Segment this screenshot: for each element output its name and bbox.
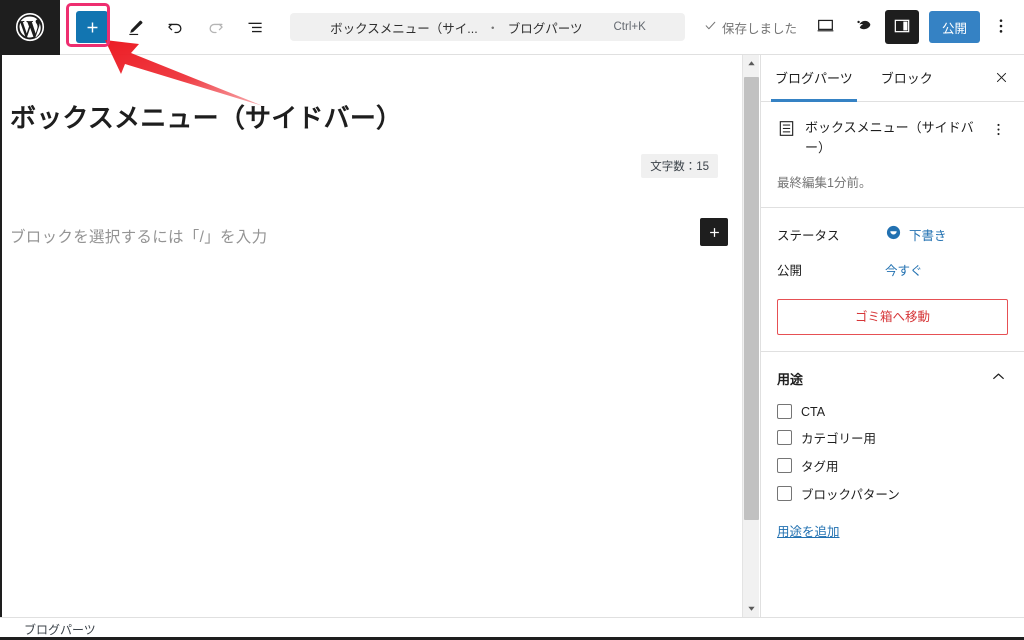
document-title: ボックスメニュー（サイドバー） [805,120,974,156]
undo-button[interactable] [158,10,192,44]
document-header: ボックスメニュー（サイドバー） [777,118,1008,158]
canvas-scrollbar[interactable] [742,55,759,617]
editor-canvas: ボックスメニュー（サイドバー） 文字数：15 ブロックを選択するには「/」を入力 [0,55,742,617]
status-label: ステータス [777,228,840,243]
jetpack-button[interactable] [847,10,881,44]
add-usage-link[interactable]: 用途を追加 [777,521,840,540]
settings-sidebar-icon [892,16,912,39]
save-status[interactable]: 保存しました [704,18,797,37]
undo-icon [165,17,186,38]
scroll-down-arrow-icon [747,601,756,616]
command-bar-title: ボックスメニュー（サイ... [330,21,478,36]
usage-panel-title: 用途 [777,371,804,387]
toolbar-right-group: 保存しました 公開 [704,0,1024,55]
wordpress-logo-button[interactable] [0,0,60,55]
save-status-label: 保存しました [721,21,797,36]
scroll-up-arrow-icon [747,56,756,71]
redo-button[interactable] [198,10,232,44]
plus-icon [87,22,97,32]
checkbox-box[interactable] [777,430,792,446]
block-placeholder-text: ブロックを選択するには「/」を入力 [10,229,268,247]
scrollbar-thumb[interactable] [744,77,759,520]
usage-checkbox-block-pattern[interactable]: ブロックパターン [777,484,1008,503]
status-value-button[interactable]: 下書き [885,224,947,244]
document-actions-button[interactable] [988,118,1008,140]
more-options-button[interactable] [986,10,1016,44]
scroll-up-button[interactable] [743,55,760,72]
editor-toolbar: ボックスメニュー（サイ... ・ ブログパーツ Ctrl+K 保存しました 公開 [0,0,1024,55]
move-to-trash-button[interactable]: ゴミ箱へ移動 [777,299,1008,336]
character-count-row: 文字数：15 [0,154,742,179]
chevron-up-icon [989,367,1008,389]
usage-panel-body: CTA カテゴリー用 タグ用 ブロックパターン 用途を追加 [761,404,1024,558]
tab-block[interactable]: ブロック [867,55,947,102]
scrollbar-track[interactable] [743,72,760,600]
command-bar-button[interactable]: ボックスメニュー（サイ... ・ ブログパーツ Ctrl+K [290,13,686,41]
publish-date-row: 公開 今すぐ [777,260,1008,279]
edit-mode-button[interactable] [118,10,152,44]
post-title[interactable]: ボックスメニュー（サイドバー） [0,55,742,136]
sidebar-tabs: ブログパーツ ブロック [761,55,1024,102]
document-icon [777,119,796,141]
more-options-icon [991,16,1011,39]
command-bar-post-type: ブログパーツ [507,21,583,36]
checkbox-box[interactable] [777,486,792,502]
settings-sidebar: ブログパーツ ブロック ボックスメニュー（サイドバー） 最終編集1分前。 ステー… [760,55,1024,617]
checkbox-box[interactable] [777,458,792,474]
tab-blog-parts[interactable]: ブログパーツ [761,55,867,102]
scroll-down-button[interactable] [743,600,760,617]
close-sidebar-button[interactable] [986,64,1016,94]
settings-sidebar-toggle[interactable] [884,10,919,44]
usage-label: カテゴリー用 [801,432,877,447]
command-center-container: ボックスメニュー（サイ... ・ ブログパーツ Ctrl+K [272,0,704,55]
canvas-left-edge [0,55,2,617]
publish-date-label: 公開 [777,264,803,279]
plus-icon [709,228,719,237]
command-bar-separator: ・ [486,20,499,35]
block-inserter-wrapper [76,11,108,43]
usage-checkbox-cta[interactable]: CTA [777,404,1008,420]
list-view-icon [245,17,266,38]
checkbox-box[interactable] [777,404,792,420]
list-view-button[interactable] [238,10,272,44]
check-icon [704,19,717,35]
empty-paragraph-block[interactable]: ブロックを選択するには「/」を入力 [0,216,742,256]
status-section: ステータス 下書き 公開 今すぐ ゴミ箱へ移動 [761,208,1024,353]
usage-label: タグ用 [801,460,839,475]
usage-label: CTA [801,404,826,419]
publish-date-value-button[interactable]: 今すぐ [885,260,923,279]
inline-add-block-button[interactable] [700,218,728,247]
desktop-preview-icon [815,15,836,39]
more-options-icon [996,123,1000,135]
wordpress-block-editor: ボックスメニュー（サイ... ・ ブログパーツ Ctrl+K 保存しました 公開… [0,0,1024,640]
usage-panel: 用途 CTA カテゴリー用 タグ用 ブロックパターン 用途を追加 [761,352,1024,558]
usage-panel-header[interactable]: 用途 [761,352,1024,404]
jetpack-icon [853,15,875,40]
document-summary-section: ボックスメニュー（サイドバー） 最終編集1分前。 [761,102,1024,209]
character-count-badge: 文字数：15 [641,154,718,179]
status-value-label: 下書き [909,228,947,243]
usage-checkbox-category[interactable]: カテゴリー用 [777,428,1008,447]
toolbar-left-group [60,0,272,55]
redo-icon [205,17,226,38]
breadcrumb[interactable]: ブログパーツ [0,621,96,638]
publish-button[interactable]: 公開 [928,11,980,43]
usage-label: ブロックパターン [801,488,900,503]
last-edited-text: 最終編集1分前。 [777,176,872,191]
add-block-button[interactable] [76,11,108,43]
pencil-icon [125,17,146,38]
close-icon [994,70,1009,88]
status-row: ステータス 下書き [777,224,1008,244]
command-bar-shortcut: Ctrl+K [613,21,646,33]
preview-button[interactable] [809,10,843,44]
wordpress-logo-icon [15,12,45,42]
usage-checkbox-tag[interactable]: タグ用 [777,456,1008,475]
draft-status-icon [885,224,902,244]
